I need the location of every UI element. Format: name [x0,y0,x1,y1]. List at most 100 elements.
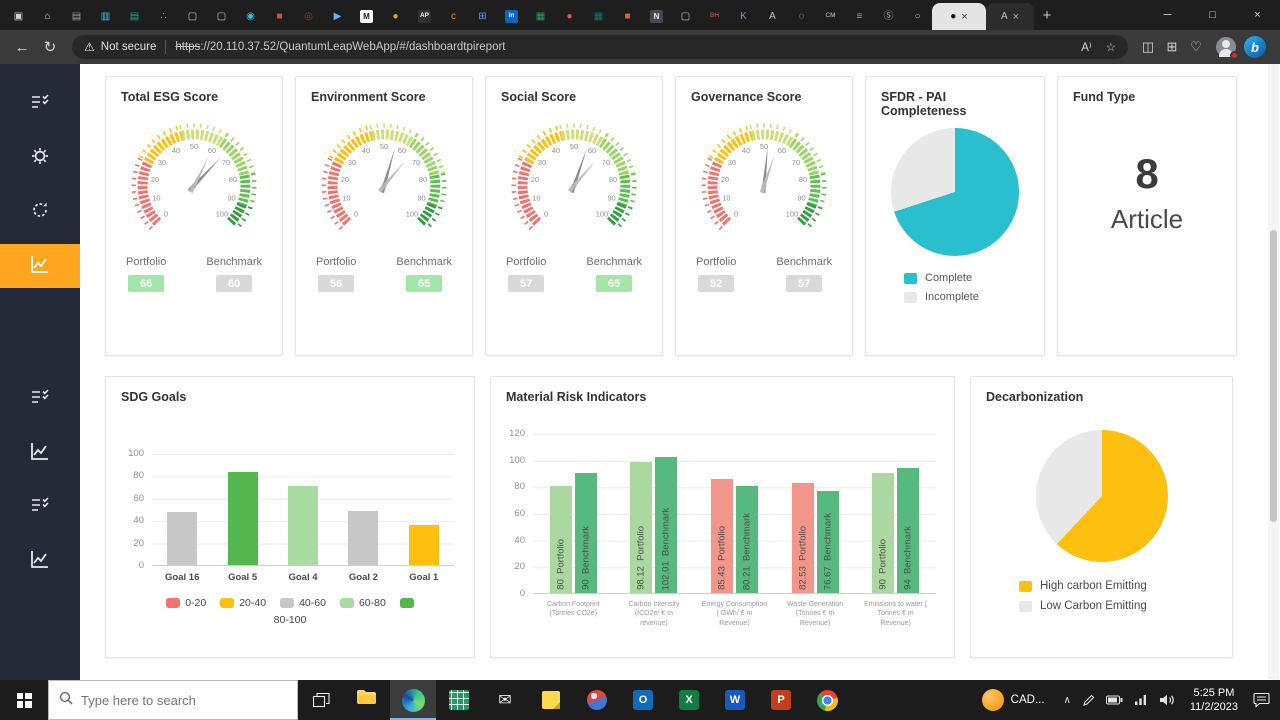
url-text: https://20.110.37.52/QuantumLeapWebApp/#… [175,41,505,53]
browser-tab[interactable]: ■ [265,3,294,30]
browser-tab[interactable]: ▦ [584,3,613,30]
browser-tab[interactable]: Ⓢ [874,3,903,30]
favorite-star-icon[interactable]: ☆ [1106,40,1116,54]
browser-tab[interactable]: ▥ [91,3,120,30]
taskbar-edge[interactable] [390,680,436,720]
sdg-bar [348,511,379,565]
security-warning-label[interactable]: Not secure [101,41,157,53]
browser-essentials-icon[interactable]: ♡ [1184,39,1208,55]
browser-tab[interactable]: ▢ [178,3,207,30]
taskbar-browser-sphere[interactable] [574,680,620,720]
sidebar-item-checklist-2[interactable] [0,372,80,426]
split-screen-icon[interactable]: ◫ [1136,39,1160,55]
browser-tab[interactable]: N [642,3,671,30]
legend-swatch [166,598,181,608]
browser-tab[interactable]: ≡ [845,3,874,30]
taskbar-sticky-notes[interactable] [528,680,574,720]
minimize-button[interactable]: ─ [1145,0,1190,30]
tab-favicon: ◎ [304,10,313,22]
browser-tab[interactable]: AP [410,3,439,30]
browser-tab[interactable]: ▶ [323,3,352,30]
browser-tab[interactable]: in [497,3,526,30]
read-aloud-icon[interactable]: A⁾ [1081,40,1092,54]
browser-tab[interactable]: ○ [903,3,932,30]
sidebar-item-checklist-3[interactable] [0,480,80,534]
scrollbar-thumb[interactable] [1270,230,1277,522]
sidebar-item-chart-2[interactable] [0,426,80,480]
browser-tab[interactable]: ⌂ [33,3,62,30]
taskbar-excel-online[interactable] [436,680,482,720]
taskbar-powerpoint[interactable]: P [758,680,804,720]
back-icon[interactable]: ← [8,39,36,56]
card-fund-type: Fund Type 8 Article [1057,76,1237,356]
svg-text:30: 30 [728,158,736,167]
browser-tab[interactable]: BH [700,3,729,30]
start-button[interactable] [0,680,48,720]
bing-chat-icon[interactable]: b [1244,36,1266,58]
maximize-button[interactable]: □ [1190,0,1235,30]
collections-icon[interactable]: ⊞ [1160,39,1184,55]
action-center-icon[interactable] [1253,692,1270,708]
portfolio-value-badge: 52 [698,275,735,292]
sidebar-item-checklist[interactable] [0,77,80,131]
taskbar-clock[interactable]: 5:25 PM 11/2/2023 [1186,686,1242,715]
browser-tab[interactable]: ∴ [149,3,178,30]
browser-tab[interactable]: c [439,3,468,30]
network-icon[interactable] [1134,694,1148,706]
browser-tab[interactable]: ▢ [207,3,236,30]
taskbar-word[interactable]: W [712,680,758,720]
browser-tab[interactable]: ▤ [120,3,149,30]
tab-close-icon[interactable]: × [1013,11,1019,23]
browser-tab[interactable]: ◌ [787,3,816,30]
sidebar-item-chart-3[interactable] [0,534,80,588]
browser-tab[interactable]: ▦ [526,3,555,30]
bar-portfolio: 85.43 Portfolio [710,479,733,593]
news-widget[interactable]: CAD... [974,680,1053,720]
tab-close-icon[interactable]: × [961,11,967,23]
svg-text:0: 0 [164,209,168,218]
browser-tab[interactable]: CM [816,3,845,30]
task-view-button[interactable] [298,680,344,720]
browser-tab[interactable]: ■ [613,3,642,30]
taskbar-chrome[interactable] [804,680,850,720]
svg-text:40: 40 [172,146,180,155]
new-tab-button[interactable]: + [1034,7,1060,24]
taskbar-excel[interactable]: X [666,680,712,720]
address-bar[interactable]: ⚠ Not secure https://20.110.37.52/Quantu… [72,35,1128,59]
sidebar-item-sync[interactable] [0,185,80,239]
browser-tab[interactable]: ▣ [4,3,33,30]
volume-icon[interactable] [1159,694,1175,706]
browser-tab[interactable]: ⊞ [468,3,497,30]
taskbar-search[interactable] [48,680,298,720]
sidebar-item-admin[interactable] [0,131,80,185]
taskbar-outlook[interactable]: O [620,680,666,720]
page-scrollbar[interactable] [1268,64,1279,679]
gear-icon [30,146,50,171]
browser-tab[interactable]: K [729,3,758,30]
browser-tab[interactable]: ◉ [236,3,265,30]
battery-icon[interactable] [1105,695,1123,705]
browser-tab-strip: ▣ ⌂ ▤ ▥ ▤ ∴ ▢ ▢ ◉ ■ ◎ ▶ M ● AP c ⊞ in ▦ ● ▦ ■ N ▢ BH K A ◌ CM ≡ Ⓢ ○ ● ×… [0,0,1280,30]
second-tab[interactable]: A × [986,3,1034,30]
tab-favicon: M [360,10,373,23]
sidebar-item-dashboard[interactable] [0,244,80,288]
active-tab[interactable]: ● × [932,3,986,30]
taskbar-mail[interactable]: ✉ [482,680,528,720]
refresh-icon[interactable]: ↻ [36,38,64,56]
search-input[interactable] [81,692,271,708]
browser-tab[interactable]: ▤ [62,3,91,30]
svg-text:60: 60 [588,146,596,155]
profile-avatar[interactable] [1216,37,1239,60]
taskbar-file-explorer[interactable] [344,680,390,720]
pen-icon[interactable] [1082,694,1095,707]
browser-tab[interactable]: ● [381,3,410,30]
app-sidebar [0,64,80,680]
material-risk-chart: 120 100 80 60 40 20 0 80 Portfolio 90 Benchmark 9… [503,429,936,628]
browser-tab[interactable]: ▢ [671,3,700,30]
close-button[interactable]: × [1235,0,1280,30]
browser-tab[interactable]: ◎ [294,3,323,30]
browser-tab[interactable]: ● [555,3,584,30]
browser-tab[interactable]: M [352,3,381,30]
browser-tab[interactable]: A [758,3,787,30]
hidden-icons-chevron[interactable]: ∧ [1064,695,1071,706]
